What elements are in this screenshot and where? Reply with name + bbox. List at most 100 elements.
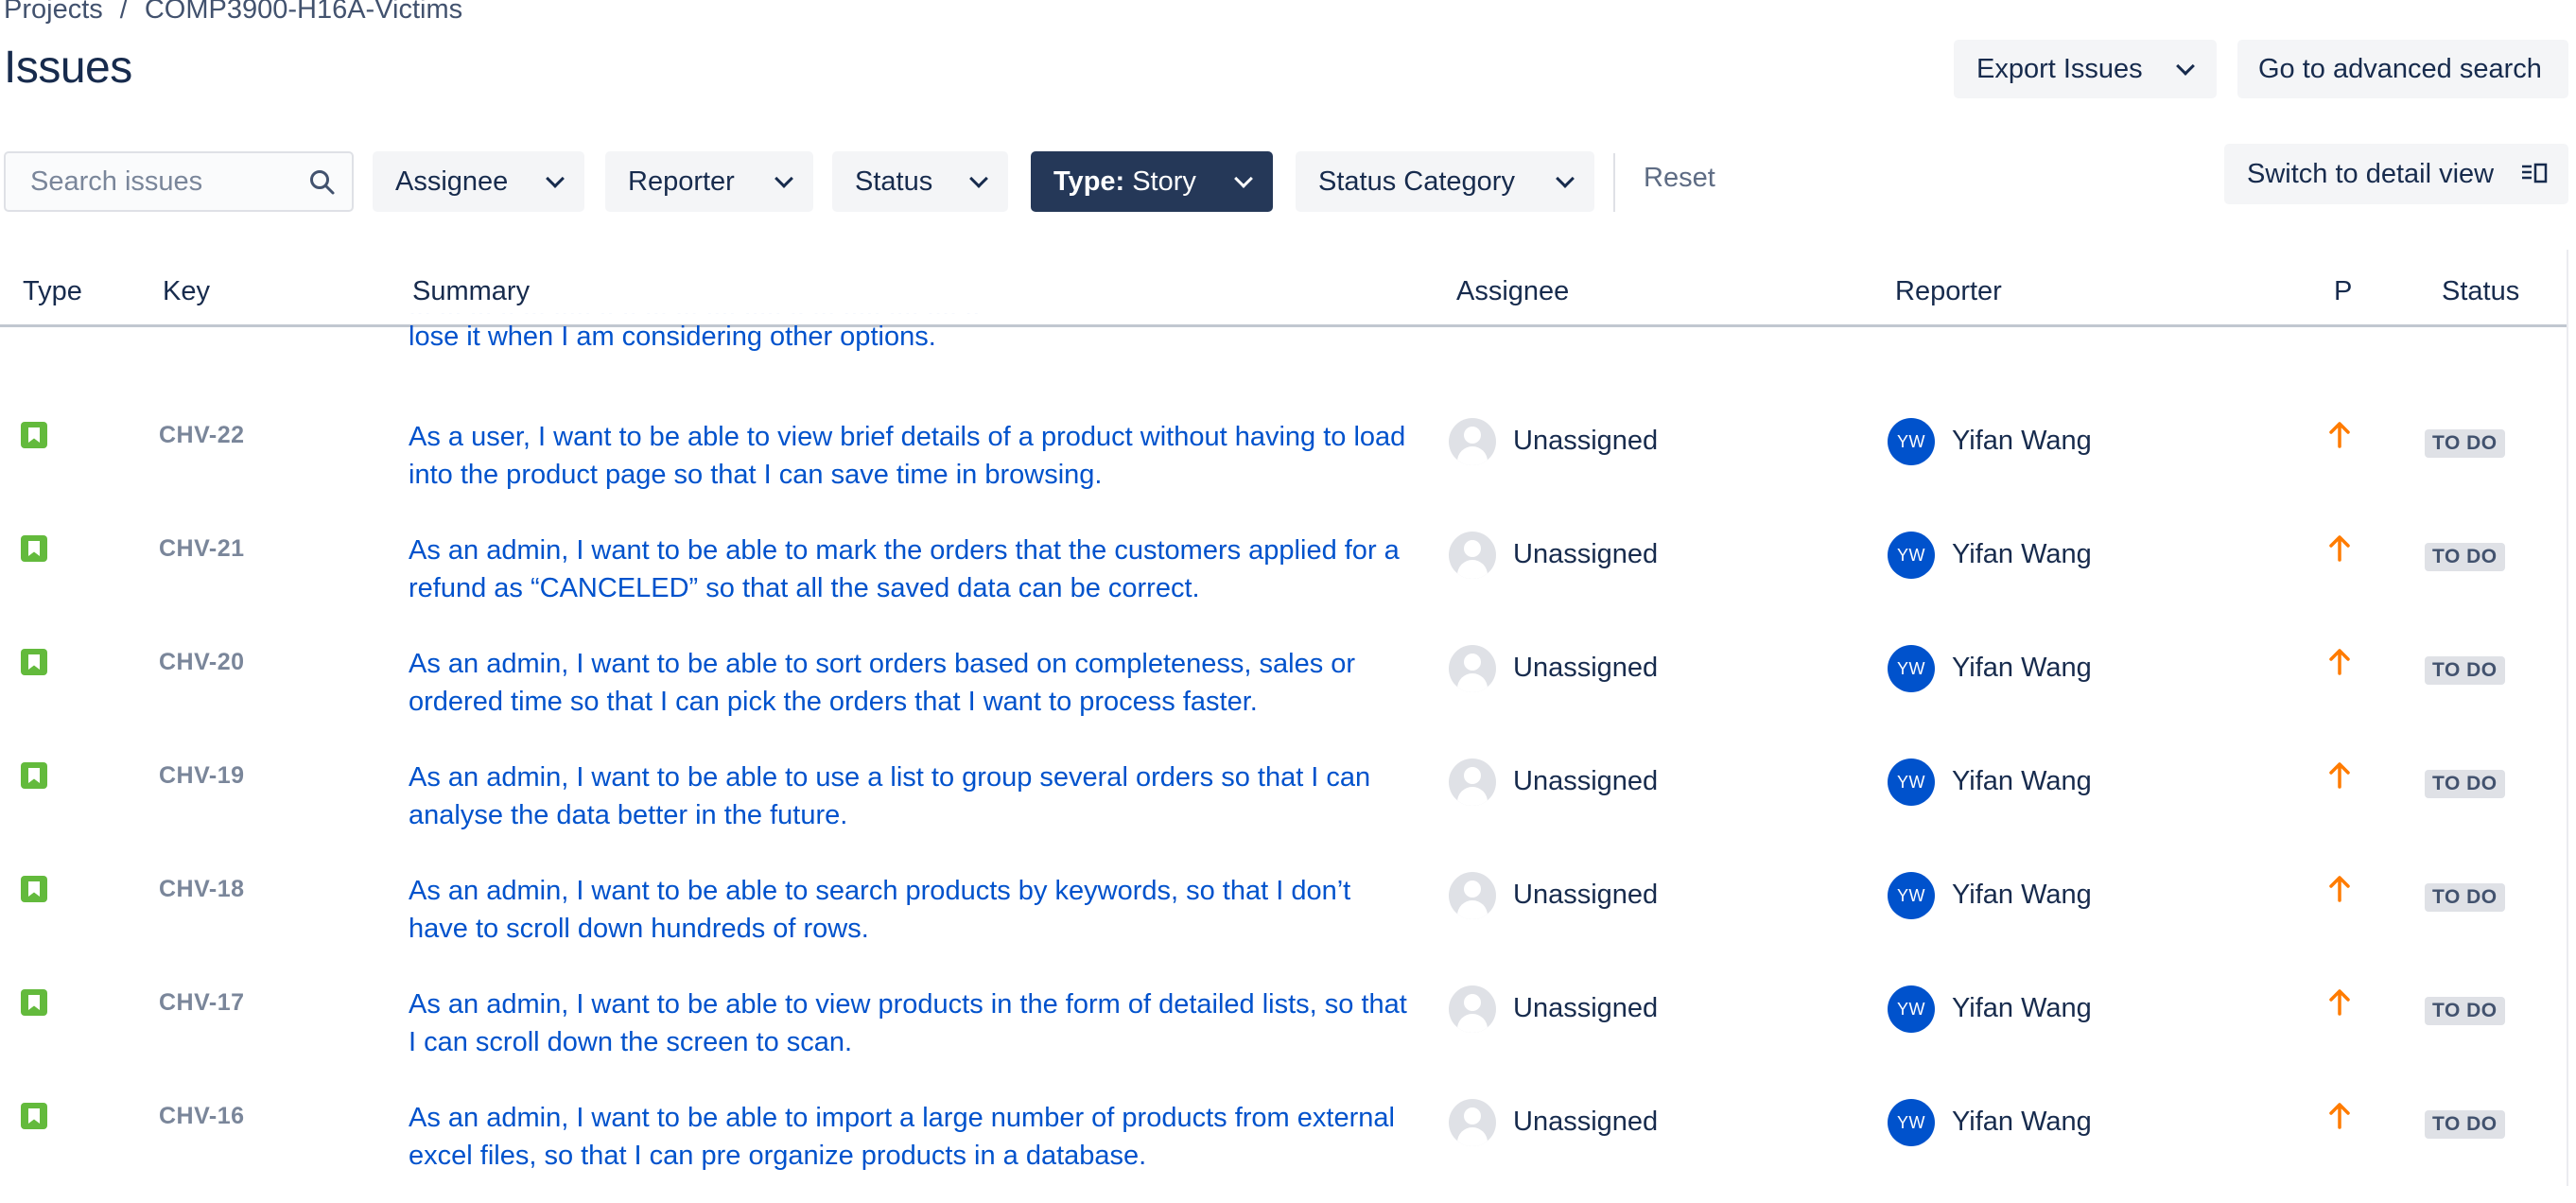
reporter-filter-label: Reporter xyxy=(628,166,735,197)
page-title: Issues xyxy=(4,43,132,93)
reporter-filter[interactable]: Reporter xyxy=(605,151,813,212)
chevron-down-icon xyxy=(1234,169,1253,188)
partial-row-summary-cut-line: ... ... ... .. ... ..... .. .. ... ... .… xyxy=(409,303,980,314)
status-badge[interactable]: TO DO xyxy=(2425,429,2505,458)
reset-filters-link[interactable]: Reset xyxy=(1644,163,1715,194)
reporter-name: Yifan Wang xyxy=(1952,426,2092,456)
export-issues-button[interactable]: Export Issues xyxy=(1954,40,2217,98)
status-badge[interactable]: TO DO xyxy=(2425,997,2505,1025)
status-badge[interactable]: TO DO xyxy=(2425,1110,2505,1139)
status-filter[interactable]: Status xyxy=(832,151,1008,212)
filter-divider xyxy=(1613,153,1615,212)
reporter-avatar: YW xyxy=(1888,418,1935,465)
issue-key[interactable]: CHV-19 xyxy=(159,762,245,790)
story-icon xyxy=(21,422,47,448)
assignee-filter-label: Assignee xyxy=(395,166,509,197)
status-category-filter-label: Status Category xyxy=(1318,166,1515,197)
reporter-name: Yifan Wang xyxy=(1952,1107,2092,1137)
assignee-filter[interactable]: Assignee xyxy=(373,151,584,212)
story-icon xyxy=(21,762,47,789)
breadcrumb-separator: / xyxy=(119,0,128,25)
issue-key[interactable]: CHV-20 xyxy=(159,649,245,676)
table-row: CHV-17 As an admin, I want to be able to… xyxy=(0,976,2568,1090)
breadcrumb: Projects / COMP3900-H16A-Victims xyxy=(4,0,462,26)
issue-key[interactable]: CHV-16 xyxy=(159,1103,245,1130)
issue-summary-link[interactable]: As a user, I want to be able to view bri… xyxy=(409,418,1411,494)
column-header-priority[interactable]: P xyxy=(2334,276,2352,307)
column-header-type[interactable]: Type xyxy=(23,276,82,307)
search-input[interactable] xyxy=(28,165,306,199)
reporter-avatar: YW xyxy=(1888,645,1935,692)
assignee-name: Unassigned xyxy=(1513,426,1659,456)
breadcrumb-project-link[interactable]: COMP3900-H16A-Victims xyxy=(145,0,462,26)
issue-key[interactable]: CHV-18 xyxy=(159,876,245,903)
column-header-status[interactable]: Status xyxy=(2442,276,2519,307)
assignee-name: Unassigned xyxy=(1513,766,1659,796)
type-filter-value: Story xyxy=(1132,166,1196,197)
column-header-reporter[interactable]: Reporter xyxy=(1895,276,2002,307)
reporter-name: Yifan Wang xyxy=(1952,539,2092,569)
partial-row-summary-line: lose it when I am considering other opti… xyxy=(409,322,936,352)
column-header-assignee[interactable]: Assignee xyxy=(1456,276,1569,307)
story-icon xyxy=(21,989,47,1016)
detail-view-icon xyxy=(2522,163,2548,183)
priority-high-icon xyxy=(2329,535,2350,562)
table-row: CHV-20 As an admin, I want to be able to… xyxy=(0,636,2568,749)
assignee-name: Unassigned xyxy=(1513,653,1659,683)
table-row: CHV-18 As an admin, I want to be able to… xyxy=(0,863,2568,976)
partial-row-summary[interactable]: ... ... ... .. ... ..... .. .. ... ... .… xyxy=(409,303,1411,356)
priority-high-icon xyxy=(2329,1103,2350,1129)
type-filter-label: Type: xyxy=(1053,166,1125,197)
status-filter-label: Status xyxy=(855,166,933,197)
search-field[interactable] xyxy=(4,151,354,212)
status-badge[interactable]: TO DO xyxy=(2425,770,2505,798)
issue-key[interactable]: CHV-21 xyxy=(159,535,245,563)
assignee-name: Unassigned xyxy=(1513,880,1659,910)
unassigned-avatar-icon xyxy=(1449,418,1496,465)
column-header-key[interactable]: Key xyxy=(163,276,210,307)
reporter-avatar: YW xyxy=(1888,758,1935,806)
priority-high-icon xyxy=(2329,422,2350,448)
table-header: Type Key Summary Assignee Reporter P Sta… xyxy=(0,255,2568,327)
story-icon xyxy=(21,1103,47,1129)
issue-summary-link[interactable]: As an admin, I want to be able to sort o… xyxy=(409,645,1411,721)
unassigned-avatar-icon xyxy=(1449,532,1496,579)
assignee-name: Unassigned xyxy=(1513,1107,1659,1137)
reporter-avatar: YW xyxy=(1888,985,1935,1033)
issue-summary-link[interactable]: As an admin, I want to be able to search… xyxy=(409,872,1411,948)
status-badge[interactable]: TO DO xyxy=(2425,543,2505,571)
advanced-search-label: Go to advanced search xyxy=(2258,53,2542,84)
chevron-down-icon xyxy=(775,169,793,188)
issue-key[interactable]: CHV-17 xyxy=(159,989,245,1017)
advanced-search-button[interactable]: Go to advanced search xyxy=(2237,40,2568,98)
assignee-name: Unassigned xyxy=(1513,539,1659,569)
issue-summary-link[interactable]: As an admin, I want to be able to use a … xyxy=(409,758,1411,834)
story-icon xyxy=(21,876,47,902)
issue-summary-link[interactable]: As an admin, I want to be able to import… xyxy=(409,1099,1411,1175)
switch-detail-view-button[interactable]: Switch to detail view xyxy=(2224,144,2568,204)
reporter-avatar: YW xyxy=(1888,1099,1935,1146)
search-icon xyxy=(310,170,335,195)
chevron-down-icon xyxy=(546,169,565,188)
issue-summary-link[interactable]: As an admin, I want to be able to mark t… xyxy=(409,532,1411,607)
assignee-name: Unassigned xyxy=(1513,993,1659,1023)
chevron-down-icon xyxy=(2176,57,2195,76)
priority-high-icon xyxy=(2329,989,2350,1016)
status-badge[interactable]: TO DO xyxy=(2425,656,2505,685)
reporter-name: Yifan Wang xyxy=(1952,993,2092,1023)
type-filter[interactable]: Type: Story xyxy=(1031,151,1273,212)
reporter-avatar: YW xyxy=(1888,532,1935,579)
status-badge[interactable]: TO DO xyxy=(2425,883,2505,912)
table-row: CHV-19 As an admin, I want to be able to… xyxy=(0,749,2568,863)
status-category-filter[interactable]: Status Category xyxy=(1296,151,1594,212)
chevron-down-icon xyxy=(969,169,988,188)
reporter-avatar: YW xyxy=(1888,872,1935,919)
issue-key[interactable]: CHV-22 xyxy=(159,422,245,449)
unassigned-avatar-icon xyxy=(1449,645,1496,692)
issue-summary-link[interactable]: As an admin, I want to be able to view p… xyxy=(409,985,1411,1061)
table-row: CHV-16 As an admin, I want to be able to… xyxy=(0,1090,2568,1203)
export-issues-label: Export Issues xyxy=(1976,53,2143,84)
priority-high-icon xyxy=(2329,762,2350,789)
breadcrumb-projects-link[interactable]: Projects xyxy=(4,0,103,26)
priority-high-icon xyxy=(2329,649,2350,675)
